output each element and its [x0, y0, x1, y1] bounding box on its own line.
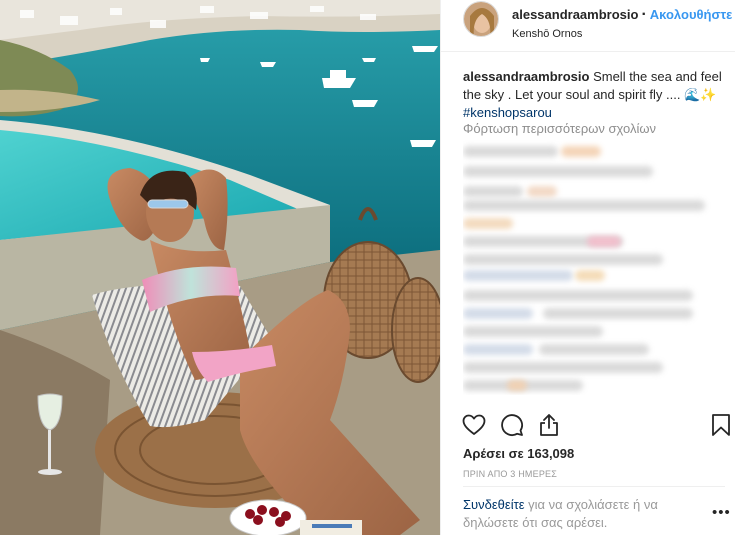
- post-header: alessandraambrosio · Ακολουθήστε Kenshō Or…: [441, 0, 735, 52]
- caption-emoji: 🌊✨: [684, 87, 717, 102]
- caption-hashtag[interactable]: #kenshopsarou: [463, 105, 552, 120]
- likes-count[interactable]: Αρέσει σε 163,098: [463, 446, 574, 461]
- post-photo[interactable]: [0, 0, 440, 535]
- avatar[interactable]: [463, 1, 499, 37]
- post-location[interactable]: Kenshō Ornos: [512, 28, 735, 40]
- blurred-comments: [463, 140, 725, 395]
- login-to-comment: Συνδεθείτε για να σχολιάσετε ή να δηλώσε…: [463, 496, 698, 532]
- follow-button[interactable]: Ακολουθήστε: [650, 7, 733, 22]
- caption-username[interactable]: alessandraambrosio: [463, 69, 589, 84]
- post-caption: alessandraambrosio Smell the sea and fee…: [463, 68, 725, 122]
- comment-button[interactable]: [499, 412, 525, 438]
- bookmark-icon: [712, 414, 730, 436]
- post-timestamp[interactable]: ΠΡΙΝ ΑΠΟ 3 ΗΜΕΡΕΣ: [463, 469, 557, 479]
- save-button[interactable]: [708, 412, 734, 438]
- post-username[interactable]: alessandraambrosio: [512, 7, 638, 22]
- post-photo-image: [0, 0, 440, 535]
- divider: [463, 486, 725, 487]
- heart-outline-icon: [462, 414, 486, 435]
- login-link[interactable]: Συνδεθείτε: [463, 497, 525, 512]
- speech-bubble-icon: [501, 414, 523, 436]
- more-options-icon[interactable]: •••: [712, 504, 731, 521]
- separator-dot: ·: [641, 6, 647, 23]
- share-upload-icon: [540, 414, 558, 436]
- like-button[interactable]: [461, 412, 487, 438]
- load-more-comments-link[interactable]: Φόρτωση περισσότερων σχολίων: [463, 121, 656, 136]
- post-side-panel: alessandraambrosio · Ακολουθήστε Kenshō Or…: [440, 0, 735, 535]
- share-button[interactable]: [536, 412, 562, 438]
